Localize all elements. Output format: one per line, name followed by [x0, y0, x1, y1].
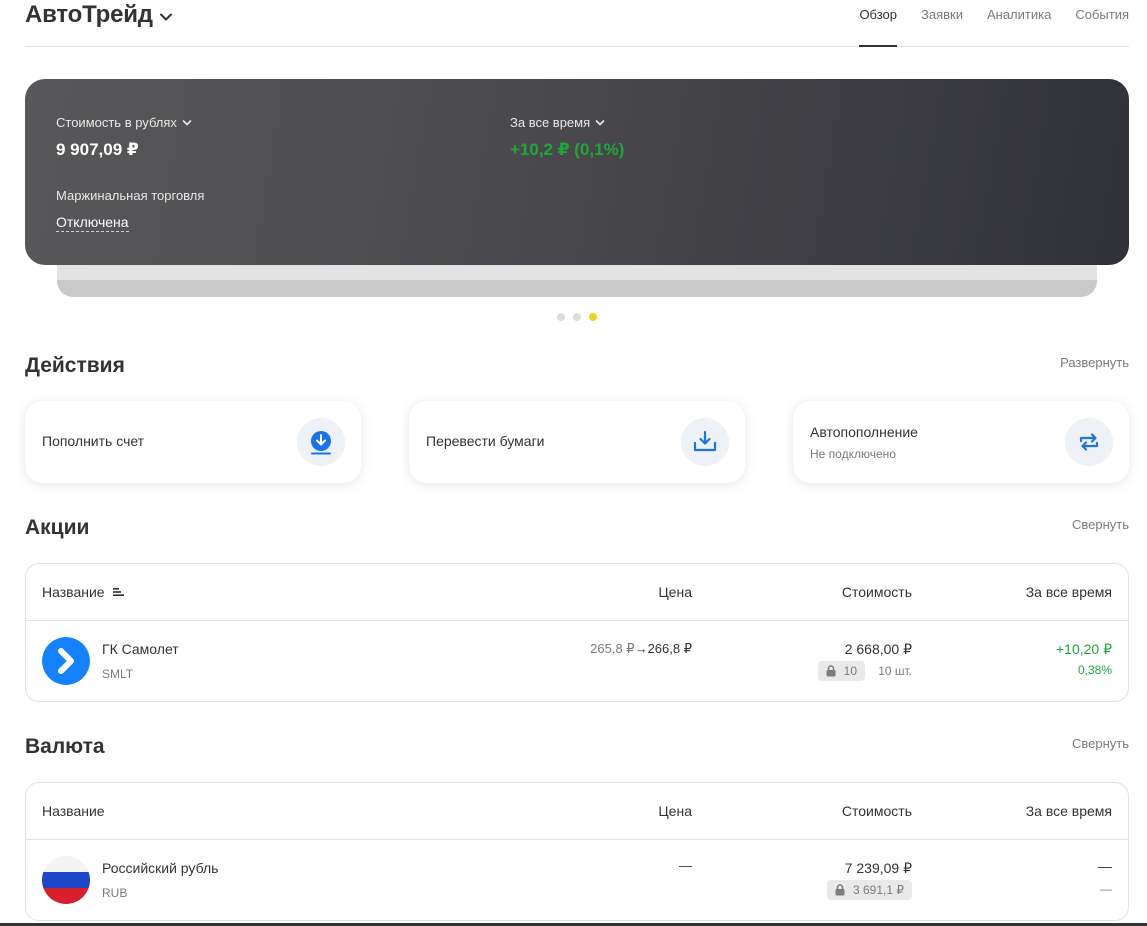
- nav-overview[interactable]: Обзор: [859, 7, 897, 47]
- column-cost[interactable]: Стоимость: [842, 584, 912, 600]
- carousel-dot-3[interactable]: [589, 313, 597, 321]
- carousel-dot-1[interactable]: [557, 313, 565, 321]
- deposit-label: Пополнить счет: [42, 433, 145, 449]
- column-name[interactable]: Название: [42, 803, 105, 819]
- transfer-securities-button[interactable]: Перевести бумаги: [409, 401, 745, 483]
- chevron-down-icon: [159, 13, 172, 20]
- portfolio-value: 9 907,09 ₽: [56, 140, 139, 159]
- chevron-down-icon: [595, 119, 605, 125]
- column-price[interactable]: Цена: [658, 803, 692, 819]
- collapse-stocks-link[interactable]: Свернуть: [1072, 517, 1129, 532]
- nav-analytics[interactable]: Аналитика: [987, 7, 1051, 46]
- stock-ticker: SMLT: [102, 667, 134, 681]
- auto-refill-label: Автопополнение: [810, 424, 918, 440]
- currency-price: —: [679, 858, 692, 873]
- stocks-title: Акции: [25, 516, 90, 539]
- column-cost[interactable]: Стоимость: [842, 803, 912, 819]
- stock-gain-percent: 0,38%: [1077, 663, 1112, 677]
- table-header: Название Цена Стоимость За все время: [26, 564, 1128, 621]
- carousel-dot-2[interactable]: [573, 313, 581, 321]
- currency-table: Название Цена Стоимость За все время Рос…: [25, 782, 1129, 921]
- period-label: За все время: [510, 115, 591, 130]
- stock-gain: +10,20 ₽: [1055, 641, 1112, 657]
- stock-cost: 2 668,00 ₽: [844, 641, 912, 657]
- nav-events[interactable]: События: [1075, 7, 1129, 46]
- account-title: АвтоТрейд: [25, 1, 153, 28]
- margin-status-link[interactable]: Отключена: [56, 214, 129, 232]
- table-row[interactable]: Российский рубль RUB — 7 239,09 ₽ 3 691,…: [26, 840, 1128, 920]
- period-gain: +10,2 ₽ (0,1%): [510, 140, 625, 159]
- expand-actions-link[interactable]: Развернуть: [1060, 355, 1129, 370]
- transfer-securities-label: Перевести бумаги: [426, 433, 545, 449]
- auto-refill-icon: [1065, 418, 1113, 466]
- arrow-right-icon: →: [634, 641, 648, 656]
- page-header: АвтоТрейд Обзор Заявки Аналитика События: [25, 0, 1129, 47]
- auto-refill-status: Не подключено: [810, 447, 896, 461]
- price-from: 265,8 ₽: [590, 641, 635, 656]
- price-to: 266,8 ₽: [647, 641, 692, 656]
- transfer-securities-icon: [681, 418, 729, 466]
- chevron-down-icon: [182, 119, 192, 125]
- locked-amount-badge: 3 691,1 ₽: [826, 880, 912, 900]
- margin-label: Маржинальная торговля: [56, 188, 205, 203]
- currency-ticker: RUB: [102, 886, 128, 900]
- locked-quantity-badge: 10: [817, 661, 865, 681]
- table-header: Название Цена Стоимость За все время: [26, 783, 1128, 840]
- column-price[interactable]: Цена: [658, 584, 692, 600]
- balance-card: Стоимость в рублях 9 907,09 ₽ За все вре…: [25, 79, 1129, 265]
- value-currency-selector[interactable]: Стоимость в рублях: [56, 115, 192, 130]
- samolet-logo: [42, 637, 90, 685]
- period-selector[interactable]: За все время: [510, 115, 605, 130]
- top-nav: Обзор Заявки Аналитика События: [835, 7, 1129, 47]
- stock-price: 265,8 ₽→266,8 ₽: [590, 641, 692, 657]
- russia-flag-icon: [42, 856, 90, 904]
- stock-name: ГК Самолет: [102, 641, 179, 657]
- stocks-table: Название Цена Стоимость За все время ГК …: [25, 563, 1129, 702]
- currency-title: Валюта: [25, 735, 105, 758]
- sort-icon: [112, 588, 124, 596]
- auto-refill-button[interactable]: Автопополнение Не подключено: [793, 401, 1129, 483]
- column-gain[interactable]: За все время: [1026, 584, 1112, 600]
- currency-name: Российский рубль: [102, 860, 219, 876]
- table-row[interactable]: ГК Самолет SMLT 265,8 ₽→266,8 ₽ 2 668,00…: [26, 621, 1128, 701]
- carousel-dots: [557, 313, 605, 321]
- value-label: Стоимость в рублях: [56, 115, 177, 130]
- currency-gain: —: [1098, 858, 1112, 874]
- column-gain[interactable]: За все время: [1026, 803, 1112, 819]
- deposit-icon: [297, 418, 345, 466]
- actions-title: Действия: [25, 354, 125, 377]
- stock-quantity: 10 шт.: [878, 664, 912, 678]
- currency-cost: 7 239,09 ₽: [844, 860, 912, 876]
- lock-icon: [835, 884, 845, 896]
- lock-icon: [826, 665, 836, 677]
- locked-quantity: 10: [843, 664, 857, 678]
- collapse-currency-link[interactable]: Свернуть: [1072, 736, 1129, 751]
- locked-amount: 3 691,1 ₽: [852, 883, 904, 897]
- currency-gain-percent: —: [1100, 882, 1112, 896]
- account-selector[interactable]: АвтоТрейд: [25, 1, 173, 29]
- column-name[interactable]: Название: [42, 584, 124, 600]
- column-name-label: Название: [42, 584, 105, 600]
- nav-orders[interactable]: Заявки: [921, 7, 963, 46]
- deposit-button[interactable]: Пополнить счет: [25, 401, 361, 483]
